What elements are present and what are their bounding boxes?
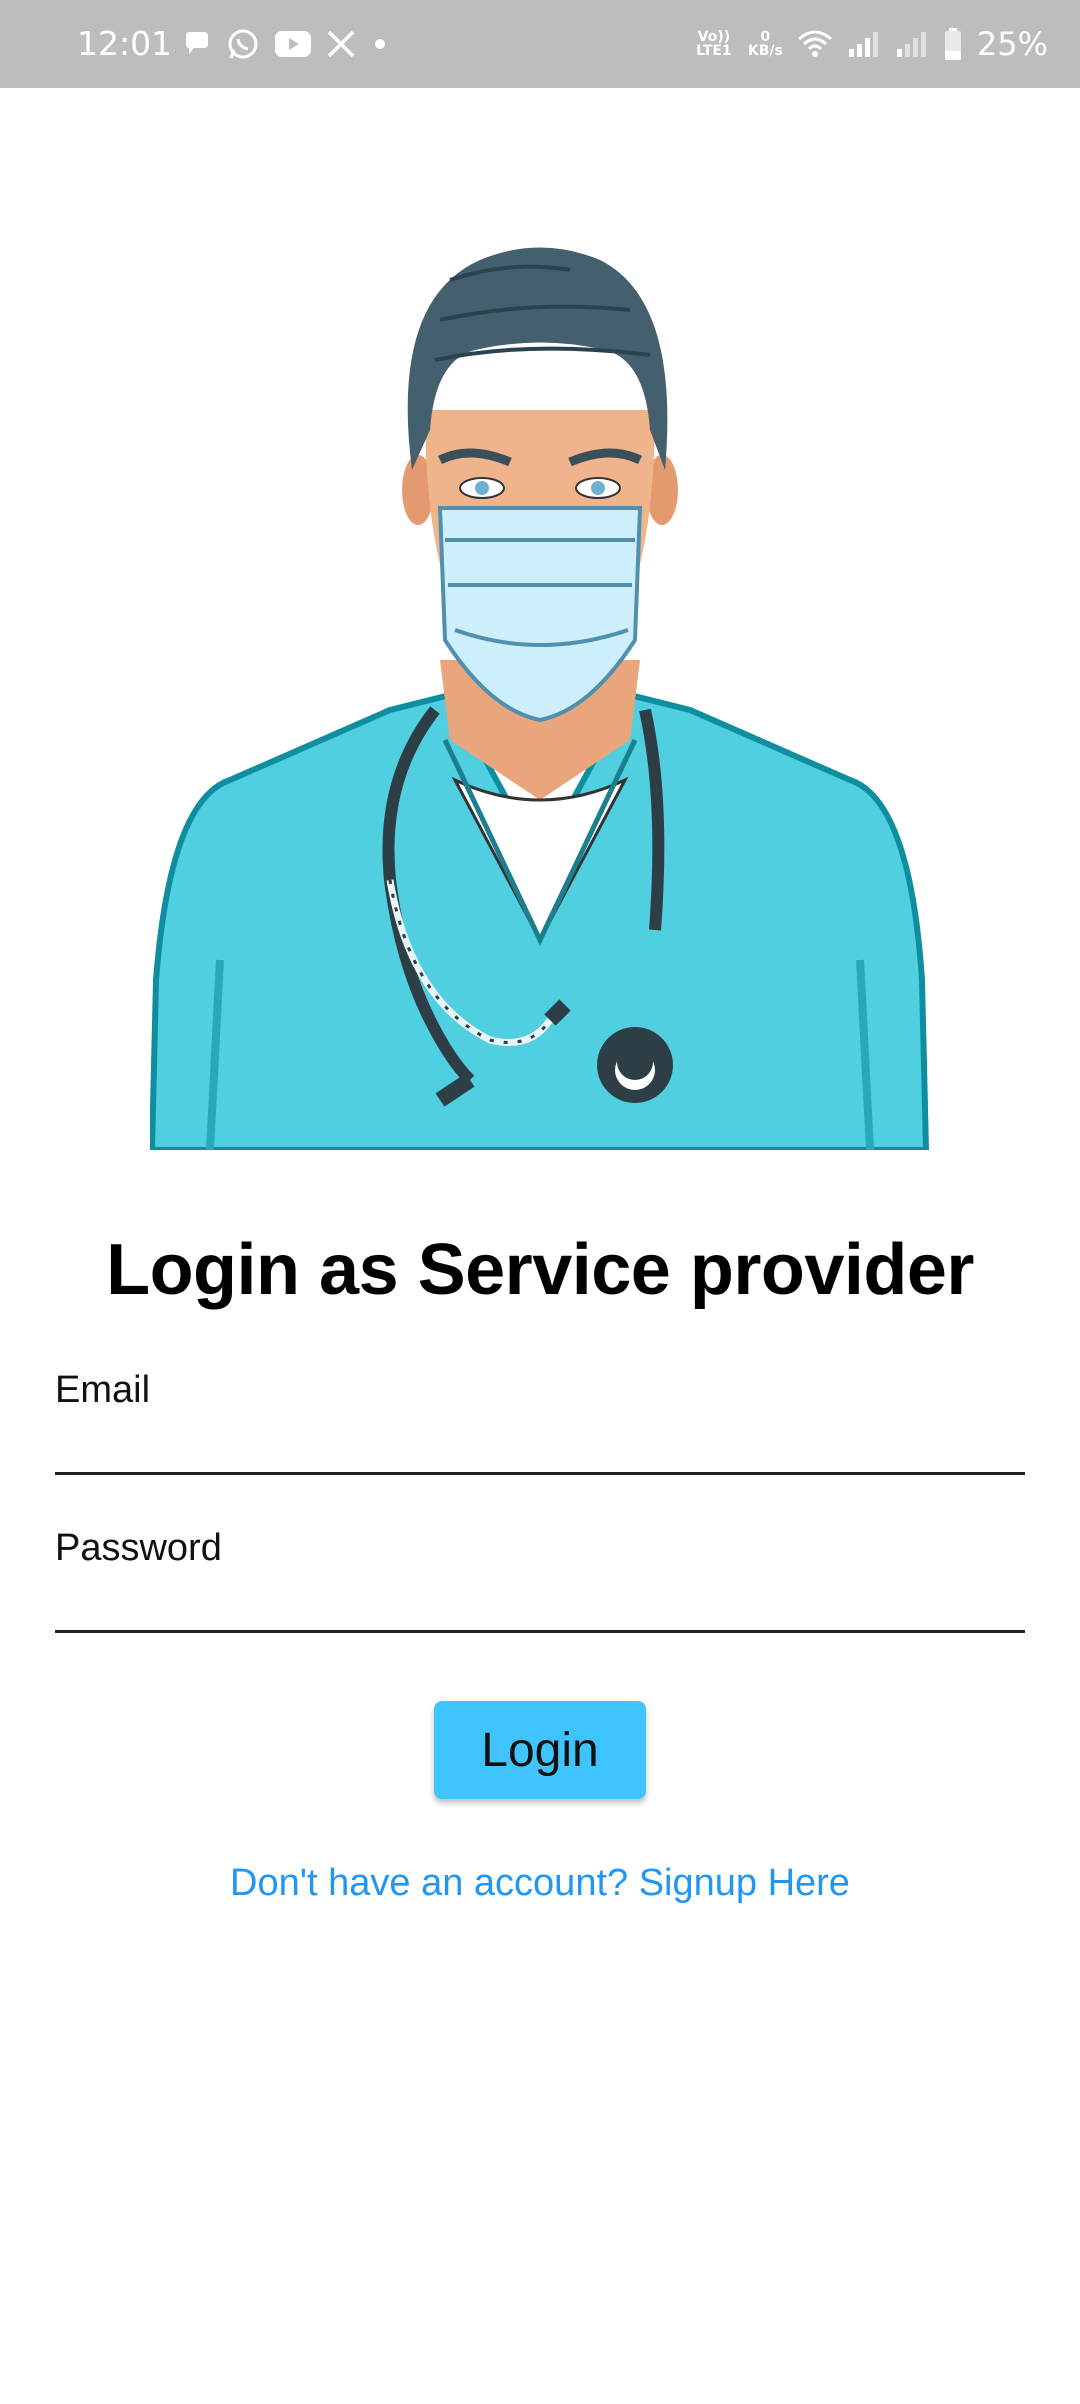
volte-indicator: Vo)) LTE1	[696, 29, 732, 59]
notification-icons	[182, 24, 390, 64]
status-bar: 12:01 Vo)) LTE1 0 KB/s 25%	[0, 0, 1080, 88]
net-speed-unit: KB/s	[747, 43, 783, 59]
email-field[interactable]: Email	[55, 1365, 1029, 1475]
battery-icon	[943, 27, 963, 61]
doctor-illustration	[148, 240, 930, 1153]
chat-bubble-icon	[182, 29, 212, 59]
youtube-icon	[274, 30, 312, 58]
email-label: Email	[55, 1369, 151, 1411]
dot-icon	[370, 34, 390, 54]
whatsapp-icon	[226, 27, 260, 61]
email-underline	[55, 1472, 1025, 1475]
signal-icon-sim1	[847, 29, 881, 59]
login-button[interactable]: Login	[434, 1701, 646, 1799]
password-input[interactable]	[55, 1573, 1029, 1629]
page-title: Login as Service provider	[106, 1230, 974, 1310]
net-speed: 0 KB/s	[748, 30, 783, 58]
signup-link[interactable]: Don't have an account? Signup Here	[0, 1855, 1080, 1911]
password-field[interactable]: Password	[55, 1523, 1029, 1633]
system-icons: Vo)) LTE1 0 KB/s 25%	[694, 22, 1048, 66]
battery-percent: 25%	[976, 25, 1048, 63]
password-underline	[55, 1630, 1025, 1633]
signal-icon-sim2	[895, 29, 929, 59]
wifi-icon	[797, 29, 833, 59]
password-label: Password	[55, 1527, 222, 1569]
email-input[interactable]	[55, 1415, 1029, 1471]
status-time: 12:01	[77, 24, 173, 63]
x-icon	[326, 29, 356, 59]
net-speed-value: 0	[760, 29, 771, 45]
